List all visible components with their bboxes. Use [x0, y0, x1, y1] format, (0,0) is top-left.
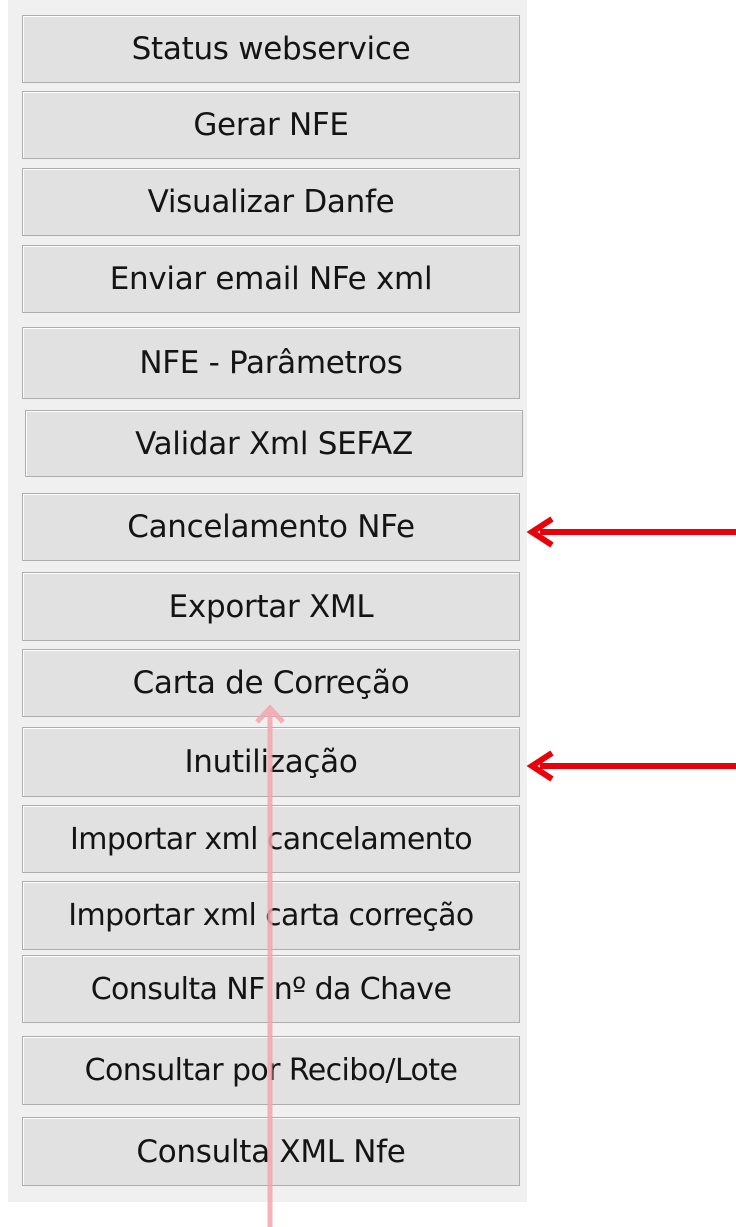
visualizar-danfe-button[interactable]: Visualizar Danfe	[22, 168, 520, 236]
nfe-menu-panel: Status webservice Gerar NFE Visualizar D…	[8, 0, 527, 1202]
nfe-parametros-button[interactable]: NFE - Parâmetros	[22, 327, 520, 399]
enviar-email-nfe-xml-button[interactable]: Enviar email NFe xml	[22, 245, 520, 313]
cancelamento-nfe-button[interactable]: Cancelamento NFe	[22, 493, 520, 561]
validar-xml-sefaz-button[interactable]: Validar Xml SEFAZ	[25, 410, 523, 477]
importar-xml-carta-correcao-button[interactable]: Importar xml carta correção	[22, 881, 520, 950]
importar-xml-cancelamento-button[interactable]: Importar xml cancelamento	[22, 805, 520, 873]
status-webservice-button[interactable]: Status webservice	[22, 15, 520, 83]
exportar-xml-button[interactable]: Exportar XML	[22, 572, 520, 641]
red-arrow-inutilizacao	[526, 750, 736, 782]
consulta-xml-nfe-button[interactable]: Consulta XML Nfe	[22, 1117, 520, 1186]
red-arrow-cancelamento	[526, 516, 736, 548]
consulta-nf-chave-button[interactable]: Consulta NF nº da Chave	[22, 955, 520, 1023]
inutilizacao-button[interactable]: Inutilização	[22, 727, 520, 797]
gerar-nfe-button[interactable]: Gerar NFE	[22, 91, 520, 159]
consultar-recibo-lote-button[interactable]: Consultar por Recibo/Lote	[22, 1036, 520, 1105]
carta-de-correcao-button[interactable]: Carta de Correção	[22, 649, 520, 717]
